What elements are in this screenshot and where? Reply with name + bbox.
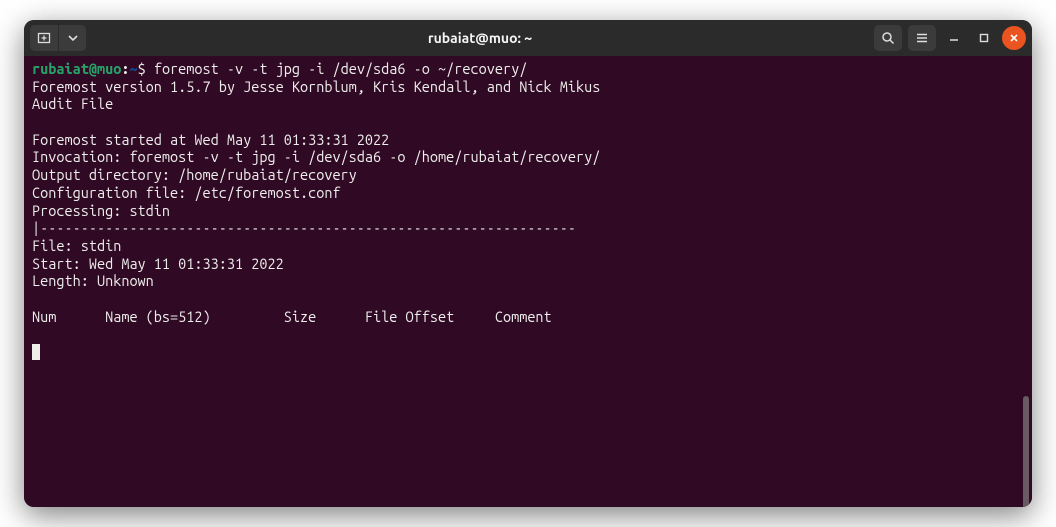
prompt-user-host: rubaiat@muo: [32, 60, 121, 77]
window-title: rubaiat@muo: ~: [86, 30, 874, 46]
titlebar-left-controls: [30, 25, 86, 51]
maximize-button[interactable]: [972, 26, 996, 50]
output-line: Start: Wed May 11 01:33:31 2022: [32, 255, 284, 272]
minimize-button[interactable]: [942, 26, 966, 50]
output-line: Audit File: [32, 95, 113, 112]
hamburger-icon: [914, 30, 930, 46]
hamburger-menu-button[interactable]: [908, 25, 936, 51]
new-tab-menu-button[interactable]: [58, 25, 86, 51]
terminal-body[interactable]: rubaiat@muo:~$ foremost -v -t jpg -i /de…: [24, 56, 1032, 507]
output-line: Length: Unknown: [32, 272, 154, 289]
maximize-icon: [979, 33, 989, 43]
search-button[interactable]: [874, 25, 902, 51]
output-line: Foremost started at Wed May 11 01:33:31 …: [32, 131, 389, 148]
output-line: [32, 290, 40, 307]
scrollbar-thumb[interactable]: [1023, 396, 1029, 507]
output-line: File: stdin: [32, 237, 121, 254]
terminal-window: rubaiat@muo: ~ rubaiat@muo:~$ foremost -…: [24, 20, 1032, 507]
new-tab-button[interactable]: [30, 25, 58, 51]
command-text: foremost -v -t jpg -i /dev/sda6 -o ~/rec…: [146, 60, 528, 77]
terminal-cursor: [32, 344, 40, 360]
output-line: Foremost version 1.5.7 by Jesse Kornblum…: [32, 78, 600, 95]
output-line: Num Name (bs=512) Size File Offset Comme…: [32, 308, 560, 325]
output-line: Configuration file: /etc/foremost.conf: [32, 184, 341, 201]
chevron-down-icon: [65, 30, 81, 46]
close-button[interactable]: [1002, 26, 1026, 50]
prompt-dollar: $: [138, 60, 146, 77]
close-icon: [1009, 33, 1019, 43]
output-line: Output directory: /home/rubaiat/recovery: [32, 166, 357, 183]
new-tab-group: [30, 25, 86, 51]
titlebar-right-controls: [874, 25, 1026, 51]
output-line: |---------------------------------------…: [32, 219, 576, 236]
new-tab-icon: [36, 30, 52, 46]
output-line: Processing: stdin: [32, 202, 170, 219]
minimize-icon: [949, 33, 959, 43]
search-icon: [880, 30, 896, 46]
output-line: Invocation: foremost -v -t jpg -i /dev/s…: [32, 148, 600, 165]
titlebar: rubaiat@muo: ~: [24, 20, 1032, 56]
prompt-path: ~: [129, 60, 137, 77]
